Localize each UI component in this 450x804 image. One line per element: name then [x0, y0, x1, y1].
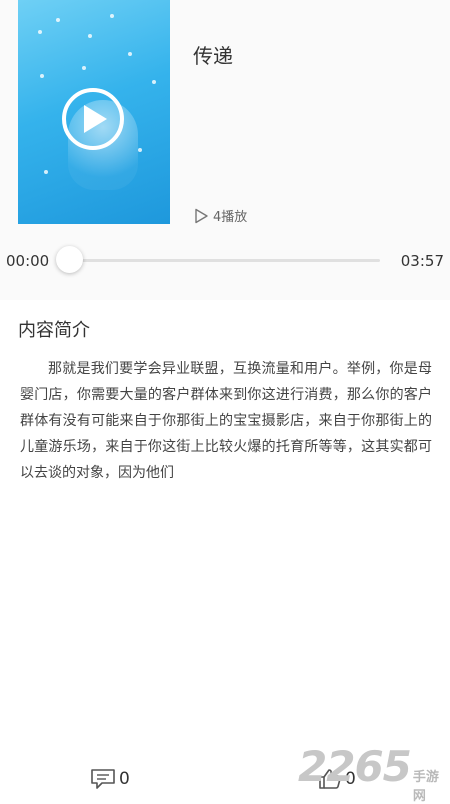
comment-button[interactable]: 0: [90, 768, 130, 790]
current-time: 00:00: [6, 252, 50, 270]
cover-image[interactable]: [18, 0, 170, 224]
player-header: 传递 4播放 00:00 03:57: [0, 0, 450, 300]
watermark-number: 2265: [298, 742, 412, 791]
progress-track[interactable]: [68, 259, 380, 262]
intro-heading: 内容简介: [18, 320, 90, 341]
watermark-logo: 2265 手游网: [298, 742, 450, 804]
play-outline-icon: [195, 208, 208, 223]
progress-thumb[interactable]: [56, 246, 83, 273]
cover-decor: [128, 52, 132, 56]
cover-decor: [138, 148, 142, 152]
comment-count: 0: [119, 769, 130, 789]
cover-decor: [56, 18, 60, 22]
total-time: 03:57: [400, 252, 444, 270]
play-circle-icon[interactable]: [62, 88, 124, 150]
play-count-label: 4播放: [213, 210, 248, 225]
cover-decor: [40, 74, 44, 78]
watermark-site: 手游网: [412, 770, 439, 804]
cover-decor: [152, 80, 156, 84]
play-count: 4播放: [193, 206, 247, 225]
intro-text: 那就是我们要学会异业联盟，互换流量和用户。举例，你是母婴门店，你需要大量的客户群…: [20, 361, 432, 481]
cover-decor: [38, 30, 42, 34]
cover-decor: [88, 34, 92, 38]
track-title: 传递: [193, 44, 233, 68]
cover-decor: [44, 170, 48, 174]
comment-icon: [91, 769, 115, 789]
cover-decor: [82, 66, 86, 70]
cover-decor: [110, 14, 114, 18]
